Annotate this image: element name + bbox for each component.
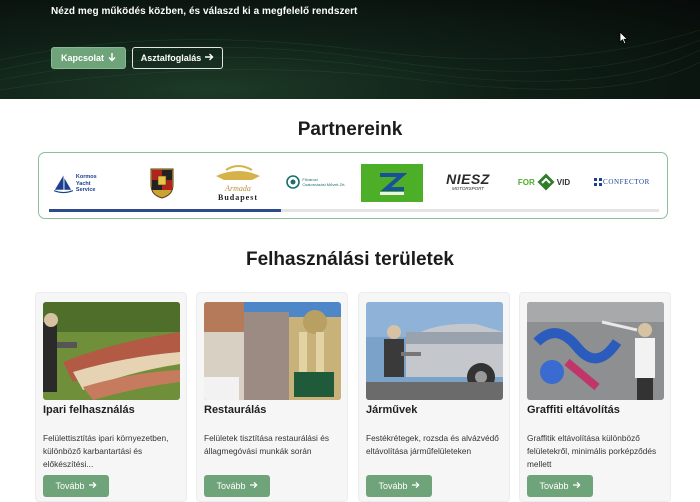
ship-icon xyxy=(216,165,260,180)
grid-icon xyxy=(594,178,603,186)
niesz-sub: MOTORSPORT xyxy=(451,186,485,191)
armada-text: Armada xyxy=(225,184,251,193)
table-booking-button-label: Asztalfoglalás xyxy=(140,53,202,63)
nagev-logo[interactable] xyxy=(361,164,423,202)
more-button-restoration[interactable]: Tovább xyxy=(204,475,270,497)
forvid-left: FOR xyxy=(517,177,535,187)
card-title: Járművek xyxy=(366,404,418,416)
usage-card-industrial[interactable]: Ipari felhasználás Felülettisztítás ipar… xyxy=(35,292,187,502)
card-description: Felülettisztítás ipari környezetben, kül… xyxy=(43,433,169,469)
vehicles-image xyxy=(366,302,503,400)
budapest-text: Budapest xyxy=(217,193,258,202)
card-description: Felületek tisztítása restaurálási és áll… xyxy=(204,433,329,456)
forvid-right: VID xyxy=(556,177,571,187)
confector-text: CONFECTOR xyxy=(603,178,650,186)
card-description: Festékrétegek, rozsda és alvázvédő eltáv… xyxy=(366,433,499,456)
forvid-logo[interactable]: FOR VID xyxy=(511,170,577,194)
more-button-label: Tovább xyxy=(55,481,85,491)
partners-carousel[interactable]: Kormos Yacht Service Armada Budapest Főv… xyxy=(38,152,668,219)
arrow-right-icon xyxy=(88,481,97,491)
industrial-image xyxy=(43,302,180,400)
graffiti-image xyxy=(527,302,664,400)
carousel-progress-track[interactable] xyxy=(49,209,659,212)
diamond-icon xyxy=(537,173,555,191)
usage-card-restoration[interactable]: Restaurálás Felületek tisztítása restaur… xyxy=(196,292,348,502)
hero-subtitle: Nézd meg működés közben, és válaszd ki a… xyxy=(51,6,358,17)
table-booking-button[interactable]: Asztalfoglalás xyxy=(132,47,223,69)
niesz-text: NIESZ xyxy=(446,171,490,187)
kormos-yacht-line1: Kormos Yacht xyxy=(75,174,97,187)
kormos-yacht-logo[interactable]: Kormos Yacht Service xyxy=(53,168,111,200)
arrow-right-icon xyxy=(411,481,420,491)
more-button-label: Tovább xyxy=(378,481,408,491)
contact-button-label: Kapcsolat xyxy=(60,53,104,63)
more-button-graffiti[interactable]: Tovább xyxy=(527,475,593,497)
green-circle-logo[interactable]: Fővárosi Csatornázási Művek Zrt. xyxy=(283,171,349,193)
armada-budapest-logo[interactable]: Armada Budapest xyxy=(207,158,269,206)
more-button-label: Tovább xyxy=(539,481,569,491)
usage-card-graffiti[interactable]: Graffiti eltávolítás Graffitik eltávolít… xyxy=(519,292,671,502)
restoration-image xyxy=(204,302,341,400)
usage-card-vehicles[interactable]: Járművek Festékrétegek, rozsda és alvázv… xyxy=(358,292,510,502)
confector-logo[interactable]: CONFECTOR xyxy=(587,173,657,191)
more-button-label: Tovább xyxy=(216,481,246,491)
mouse-cursor-icon xyxy=(619,31,629,45)
hero-section: Nézd meg működés közben, és válaszd ki a… xyxy=(0,0,700,99)
usage-title: Felhasználási területek xyxy=(245,249,455,270)
card-description: Graffitik eltávolítása különböző felület… xyxy=(527,433,657,469)
arrow-right-icon xyxy=(249,481,258,491)
more-button-industrial[interactable]: Tovább xyxy=(43,475,109,497)
contact-button[interactable]: Kapcsolat xyxy=(51,47,126,69)
kormos-yacht-line2: Service xyxy=(75,187,96,194)
card-title: Ipari felhasználás xyxy=(43,404,135,416)
arrow-down-icon xyxy=(108,52,116,64)
card-title: Restaurálás xyxy=(204,404,267,416)
more-button-vehicles[interactable]: Tovább xyxy=(366,475,432,497)
green-circle-line2: Csatornázási Művek Zrt. xyxy=(302,182,346,187)
carousel-progress-fill xyxy=(49,209,281,212)
porsche-crest-logo[interactable] xyxy=(147,166,177,200)
niesz-logo[interactable]: NIESZ MOTORSPORT xyxy=(435,170,501,194)
globe-icon xyxy=(286,175,301,189)
card-title: Graffiti eltávolítás xyxy=(527,404,620,416)
partners-title: Partnereink xyxy=(297,119,403,140)
sail-icon xyxy=(53,175,74,194)
arrow-right-icon xyxy=(572,481,581,491)
arrow-right-icon xyxy=(205,53,214,63)
